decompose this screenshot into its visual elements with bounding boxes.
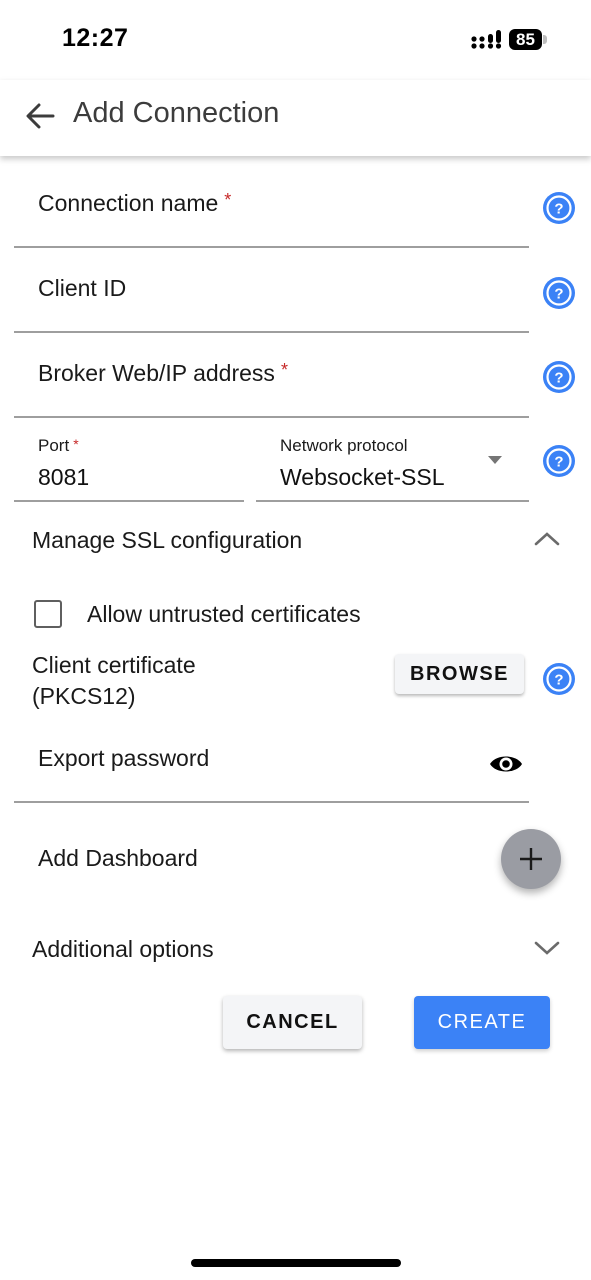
add-dashboard-button[interactable] — [501, 829, 561, 889]
page-title: Add Connection — [73, 97, 280, 129]
port-value: 8081 — [38, 464, 90, 490]
cancel-button[interactable]: CANCEL — [223, 996, 362, 1049]
battery-tip — [543, 35, 547, 44]
allow-untrusted-label: Allow untrusted certificates — [87, 601, 361, 627]
chevron-down-icon — [534, 941, 560, 955]
app-bar: Add Connection — [0, 80, 591, 156]
chevron-up-icon — [534, 532, 560, 546]
battery-icon: 85 — [509, 29, 542, 50]
arrow-left-icon — [26, 103, 55, 129]
plus-icon — [520, 848, 542, 870]
status-time: 12:27 — [62, 24, 129, 52]
status-bar: 12:27 85 — [0, 0, 591, 80]
svg-text:?: ? — [554, 201, 563, 218]
signal-icon — [471, 30, 502, 49]
help-circle-icon[interactable]: ? — [542, 276, 576, 310]
svg-text:?: ? — [554, 454, 563, 471]
additional-options-title: Additional options — [32, 936, 214, 962]
svg-text:?: ? — [554, 370, 563, 387]
allow-untrusted-checkbox[interactable] — [34, 600, 62, 628]
connection-name-field[interactable]: Connection name * — [14, 162, 529, 248]
browse-button[interactable]: BROWSE — [395, 654, 524, 694]
help-circle-icon[interactable]: ? — [542, 191, 576, 225]
help-circle-icon[interactable]: ? — [542, 662, 576, 696]
svg-text:?: ? — [554, 672, 563, 689]
additional-options-header[interactable]: Additional options — [32, 930, 562, 970]
client-certificate-label: Client certificate (PKCS12) — [32, 652, 196, 709]
network-protocol-select[interactable]: Network protocol Websocket-SSL — [256, 420, 529, 502]
help-circle-icon[interactable]: ? — [542, 444, 576, 478]
svg-text:?: ? — [554, 286, 563, 303]
eye-icon[interactable] — [488, 750, 524, 778]
client-id-field[interactable]: Client ID — [14, 247, 529, 333]
client-id-label: Client ID — [38, 275, 127, 301]
connection-name-label: Connection name * — [38, 190, 232, 216]
ssl-section-header[interactable]: Manage SSL configuration — [32, 521, 562, 561]
back-button[interactable] — [22, 98, 58, 134]
create-button[interactable]: CREATE — [414, 996, 550, 1049]
broker-address-label: Broker Web/IP address * — [38, 360, 288, 386]
broker-address-field[interactable]: Broker Web/IP address * — [14, 332, 529, 418]
add-dashboard-label: Add Dashboard — [38, 845, 198, 871]
allow-untrusted-checkbox-row[interactable]: Allow untrusted certificates — [34, 598, 454, 632]
network-protocol-label: Network protocol — [280, 436, 408, 455]
dropdown-arrow-icon — [488, 456, 502, 464]
help-circle-icon[interactable]: ? — [542, 360, 576, 394]
export-password-label: Export password — [38, 745, 210, 771]
network-protocol-value: Websocket-SSL — [280, 464, 445, 490]
port-field[interactable]: Port * 8081 — [14, 420, 244, 502]
export-password-field[interactable]: Export password — [14, 717, 529, 803]
port-label: Port * — [38, 436, 79, 455]
ssl-section-title: Manage SSL configuration — [32, 527, 303, 553]
home-indicator[interactable] — [191, 1259, 401, 1267]
